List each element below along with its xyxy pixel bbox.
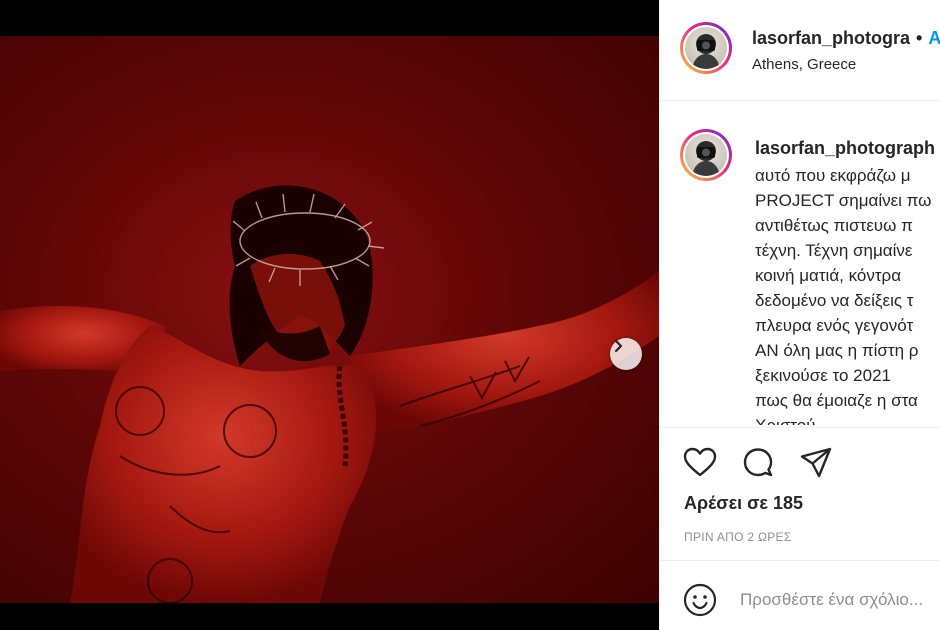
caption-text: αυτό που εκφράζω μ PROJECT σημαίνει πω αντ…: [755, 163, 940, 425]
camera-person-icon: [692, 34, 720, 69]
caption-line: αυτό που εκφράζω μ: [755, 166, 911, 185]
comment-divider: [660, 560, 940, 561]
header-divider: [660, 100, 940, 101]
header-username[interactable]: lasorfan_photogra: [752, 28, 910, 48]
smiley-icon: [683, 583, 717, 617]
caption-line: Χριστού: [755, 413, 940, 425]
caption-username[interactable]: lasorfan_photograph: [755, 138, 935, 159]
comment-icon: [743, 448, 773, 477]
caption-line: ΑΝ όλη μας η πίστη ρ: [755, 341, 919, 360]
post-side-panel: lasorfan_photogra •Α Athens, Greece lasor…: [659, 0, 940, 630]
chevron-right-icon: [614, 339, 623, 353]
follow-button[interactable]: Α: [928, 28, 940, 48]
caption-line: δεδομένο να δείξεις τ: [755, 291, 914, 310]
caption-line: πως θα έμοιαζε η στα: [755, 391, 918, 410]
emoji-button[interactable]: [682, 582, 718, 618]
header-separator: •: [916, 28, 923, 48]
post-media: [0, 0, 659, 630]
caption-line: πλευρα ενός γεγονότ: [755, 316, 914, 335]
post-timestamp[interactable]: ΠΡΙΝ ΑΠΟ 2 ΩΡΕΣ: [684, 530, 792, 544]
photo-artwork: [0, 185, 659, 603]
caption-divider: [660, 427, 940, 428]
caption-line: PROJECT σημαίνει πω: [755, 191, 932, 210]
caption-line: κοινή ματιά, κόντρα: [755, 266, 902, 285]
like-button[interactable]: [682, 445, 718, 481]
comment-button[interactable]: [740, 445, 776, 481]
location-link[interactable]: Athens, Greece: [752, 56, 856, 73]
caption-line: τέχνη. Τέχνη σημαίνε: [755, 241, 913, 260]
caption-line: αντιθέτως πιστευω π: [755, 216, 913, 235]
comment-input[interactable]: [740, 586, 940, 614]
caption-line: ξεκινούσε το 2021: [755, 366, 891, 385]
action-bar: [682, 445, 834, 481]
next-slide-button[interactable]: [610, 338, 642, 370]
header-username-row: lasorfan_photogra •Α: [752, 28, 940, 49]
camera-person-icon: [692, 141, 720, 176]
share-icon: [800, 447, 832, 478]
post-photo[interactable]: [0, 36, 659, 603]
heart-icon: [683, 447, 717, 477]
caption-author-avatar[interactable]: [680, 129, 732, 181]
likes-count[interactable]: Αρέσει σε 185: [684, 493, 803, 514]
author-avatar[interactable]: [680, 22, 732, 74]
share-button[interactable]: [798, 445, 834, 481]
